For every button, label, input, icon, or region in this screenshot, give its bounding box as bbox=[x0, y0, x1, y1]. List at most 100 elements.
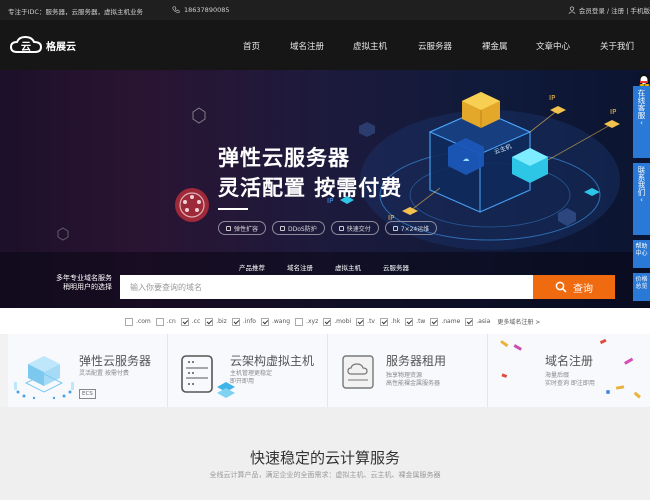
float-contact[interactable]: 联系我们 ‹ bbox=[633, 163, 650, 235]
suffix-checkbox[interactable] bbox=[465, 317, 474, 326]
suffix-option[interactable]: .asia bbox=[465, 317, 491, 326]
suffix-option[interactable]: .mobi bbox=[323, 317, 352, 326]
nav-item-cloud-server[interactable]: 云服务器 bbox=[418, 40, 452, 52]
nav-item-bare-metal[interactable]: 裸金属 bbox=[482, 40, 508, 52]
suffix-checkbox[interactable] bbox=[125, 317, 133, 326]
suffix-label: .cn bbox=[166, 318, 176, 325]
card-desc-2: 高性能裸金属服务器 bbox=[386, 380, 441, 387]
suffix-option[interactable]: .com bbox=[125, 317, 151, 326]
card-desc-2: 即开即用 bbox=[230, 378, 255, 385]
product-card-ecs[interactable]: 弹性云服务器 灵活配置 按需付费 ECS bbox=[8, 334, 168, 407]
cloud-server-icon bbox=[14, 356, 74, 400]
more-suffix-link[interactable]: 更多域名注册 > bbox=[497, 317, 540, 326]
top-slogan: 专注于IDC：服务器，云服务器，虚拟主机业务 bbox=[8, 8, 143, 16]
suffix-checkbox[interactable] bbox=[180, 317, 189, 326]
nav-item-about[interactable]: 关于我们 bbox=[600, 40, 634, 52]
suffix-label: .info bbox=[242, 318, 256, 325]
suffix-option[interactable]: .cn bbox=[155, 317, 176, 326]
suffix-option[interactable]: .wang bbox=[260, 317, 291, 326]
suffix-label: .biz bbox=[216, 318, 227, 325]
suffix-list: .com .cn .cc .biz .info .wang .xyz .mobi .tv .hk.… bbox=[125, 317, 540, 326]
hero-tag: DDoS防护 bbox=[272, 221, 325, 235]
card-title: 服务器租用 bbox=[386, 354, 447, 368]
suffix-checkbox[interactable] bbox=[205, 317, 214, 326]
suffix-option[interactable]: .biz bbox=[205, 317, 227, 326]
card-badge: ECS bbox=[79, 389, 96, 399]
suffix-option[interactable]: .xyz bbox=[295, 317, 319, 326]
user-icon bbox=[568, 6, 576, 14]
suffix-option[interactable]: .name bbox=[430, 317, 460, 326]
phone-icon bbox=[172, 6, 180, 14]
card-desc: 海量后缀 bbox=[545, 372, 570, 379]
clock-icon bbox=[392, 225, 398, 231]
svg-text:IP: IP bbox=[549, 94, 555, 102]
chevron-left-icon: ‹ bbox=[640, 119, 643, 127]
nav-item-domain[interactable]: 域名注册 bbox=[290, 40, 324, 52]
suffix-option[interactable]: .hk bbox=[379, 317, 400, 326]
suffix-checkbox[interactable] bbox=[405, 317, 414, 326]
top-phone: 18637890085 bbox=[172, 6, 230, 14]
hero-tag: 7×24运维 bbox=[384, 221, 438, 235]
server-rack-icon bbox=[181, 355, 235, 398]
domain-search-input[interactable] bbox=[120, 275, 533, 299]
hero-tag: 弹性扩容 bbox=[218, 221, 267, 235]
site-header: 云 格展云 首页 域名注册 虚拟主机 云服务器 裸金属 文章中心 关于我们 bbox=[0, 20, 650, 70]
product-card-rental[interactable]: 服务器租用 独享物理资源 高性能裸金属服务器 bbox=[328, 334, 488, 407]
svg-text:☁: ☁ bbox=[463, 155, 470, 163]
search-tab-cloud[interactable]: 云服务器 bbox=[383, 262, 409, 272]
search-tab-recommend[interactable]: 产品推荐 bbox=[239, 262, 265, 272]
hero-tags: 弹性扩容 DDoS防护 快速交付 7×24运维 bbox=[218, 221, 438, 235]
user-links-text[interactable]: 会员登录 / 注册 | 手机版 bbox=[579, 5, 650, 15]
main-nav: 首页 域名注册 虚拟主机 云服务器 裸金属 文章中心 关于我们 bbox=[0, 40, 650, 52]
suffix-option[interactable]: .cc bbox=[180, 317, 201, 326]
suffix-label: .wang bbox=[271, 318, 291, 325]
search-tabs: 产品推荐 域名注册 虚拟主机 云服务器 bbox=[0, 262, 650, 272]
nav-item-home[interactable]: 首页 bbox=[243, 40, 260, 52]
cloud-box-icon bbox=[342, 355, 374, 389]
suffix-option[interactable]: .info bbox=[231, 317, 256, 326]
card-title: 弹性云服务器 bbox=[79, 354, 152, 368]
float-price[interactable]: 价格总览 bbox=[633, 273, 650, 301]
suffix-checkbox[interactable] bbox=[231, 317, 240, 326]
nav-item-articles[interactable]: 文章中心 bbox=[536, 40, 570, 52]
suffix-label: .mobi bbox=[334, 318, 352, 325]
suffix-checkbox[interactable] bbox=[323, 317, 332, 326]
card-desc: 主机管理更稳定 bbox=[230, 370, 273, 377]
lightning-icon bbox=[338, 225, 344, 231]
hero-title-line1: 弹性云服务器 bbox=[218, 146, 350, 170]
nav-item-hosting[interactable]: 虚拟主机 bbox=[353, 40, 387, 52]
suffix-label: .asia bbox=[476, 318, 491, 325]
suffix-checkbox[interactable] bbox=[356, 317, 365, 326]
suffix-option[interactable]: .tw bbox=[405, 317, 426, 326]
card-title: 云架构虚拟主机 bbox=[230, 354, 315, 368]
search-tab-domain[interactable]: 域名注册 bbox=[287, 262, 313, 272]
product-cards: 弹性云服务器 灵活配置 按需付费 ECS 云架构虚拟主机 主机管理更稳定 即开即… bbox=[8, 334, 650, 407]
qq-icon[interactable] bbox=[634, 70, 650, 86]
suffix-checkbox[interactable] bbox=[295, 317, 304, 326]
suffix-checkbox[interactable] bbox=[430, 317, 439, 326]
product-card-domain[interactable]: 域名注册 海量后缀 实时查询 即注即用 bbox=[488, 334, 650, 407]
phone-number: 18637890085 bbox=[184, 6, 230, 14]
suffix-checkbox[interactable] bbox=[379, 317, 388, 326]
user-links[interactable]: 会员登录 / 注册 | 手机版 bbox=[568, 5, 650, 15]
hero-divider bbox=[218, 208, 248, 210]
suffix-label: .cc bbox=[191, 318, 201, 325]
suffix-option[interactable]: .tv bbox=[356, 317, 375, 326]
section-title: 快速稳定的云计算服务 bbox=[249, 449, 400, 467]
float-online-service[interactable]: 在线客服 ‹ bbox=[633, 86, 650, 158]
search-icon bbox=[555, 281, 567, 293]
suffix-label: .tw bbox=[416, 318, 426, 325]
suffix-label: .com bbox=[136, 318, 151, 325]
hero-tag: 快速交付 bbox=[330, 221, 379, 235]
float-help[interactable]: 帮助中心 bbox=[633, 240, 650, 268]
suffix-checkbox[interactable] bbox=[155, 317, 164, 326]
search-tab-hosting[interactable]: 虚拟主机 bbox=[335, 262, 361, 272]
product-card-hosting[interactable]: 云架构虚拟主机 主机管理更稳定 即开即用 bbox=[168, 334, 328, 407]
chevron-left-icon: ‹ bbox=[640, 196, 643, 204]
shield-icon bbox=[280, 225, 286, 231]
search-button[interactable]: 查询 bbox=[533, 275, 615, 299]
suffix-label: .xyz bbox=[306, 318, 319, 325]
suffix-checkbox[interactable] bbox=[260, 317, 269, 326]
svg-text:IP: IP bbox=[610, 108, 616, 116]
section-subtitle: 全线云计算产品，满足企业的全面需求：虚拟主机、云主机、裸金属服务器 bbox=[209, 471, 441, 479]
